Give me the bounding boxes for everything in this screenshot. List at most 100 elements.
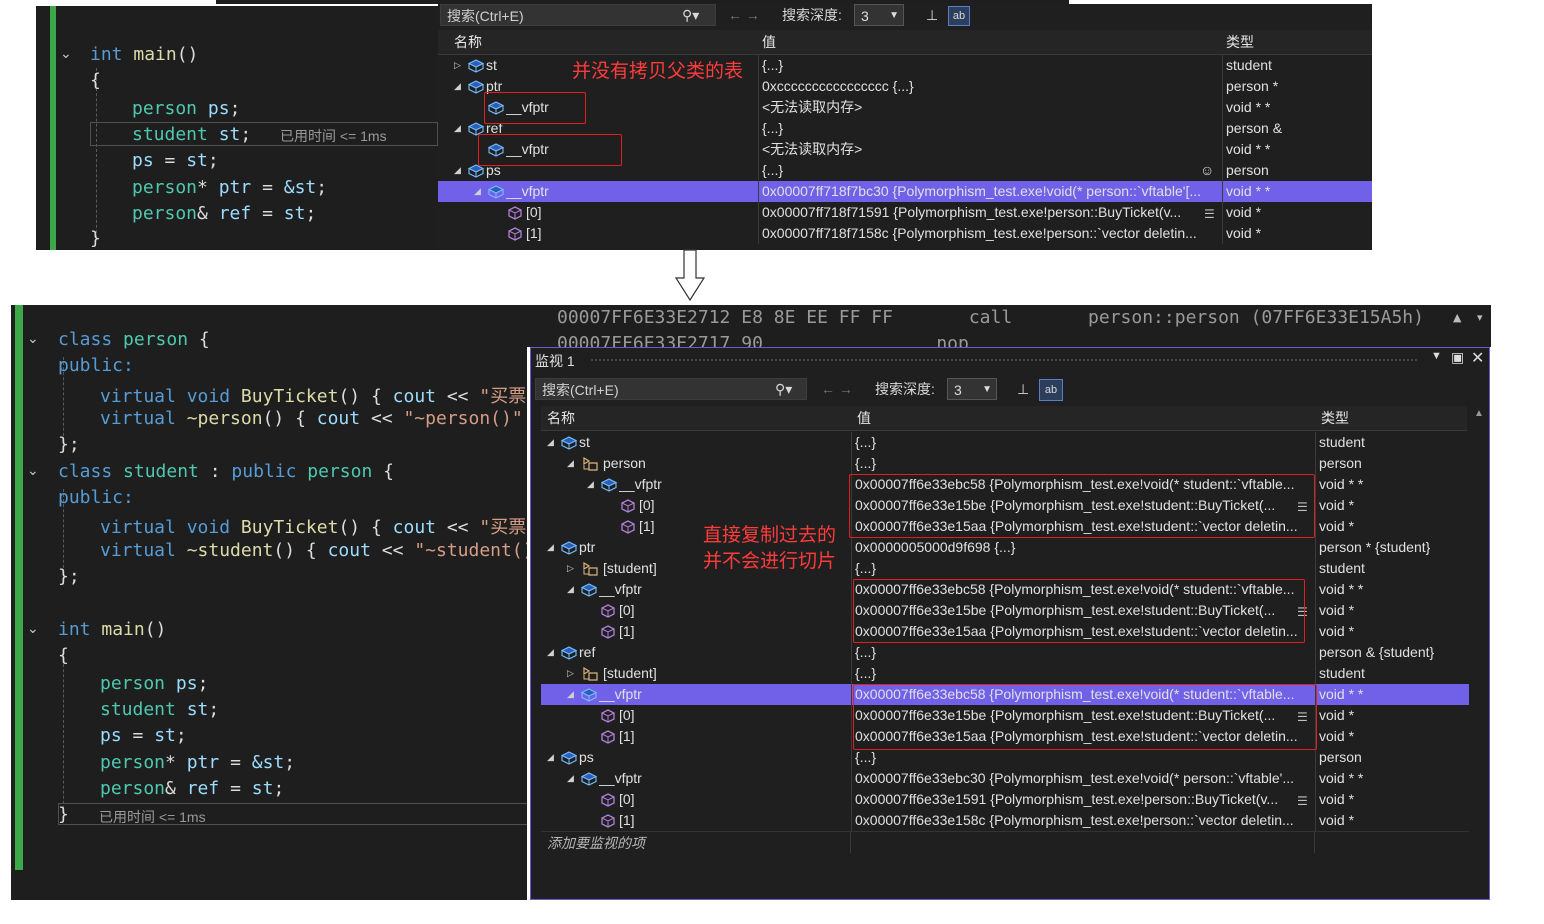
watch-value[interactable]: 0x00007ff718f71591 {Polymorphism_test.ex… xyxy=(762,202,1220,223)
watch-type: student xyxy=(1319,560,1365,576)
watch-row[interactable]: [1] 0x00007ff6e33e158c {Polymorphism_test… xyxy=(541,810,1469,831)
collapse-arrow-icon[interactable]: ◢ xyxy=(454,76,461,97)
watch-value[interactable]: {...} xyxy=(855,453,1313,474)
watch-value[interactable]: 0xcccccccccccccccc {...} xyxy=(762,76,1220,97)
header-type[interactable]: 类型 xyxy=(1321,406,1349,430)
collapse-arrow-icon[interactable]: ◢ xyxy=(567,579,574,600)
watch-name: ref xyxy=(579,644,596,660)
code-line-main: int main() xyxy=(58,619,167,640)
variable-icon xyxy=(580,771,598,786)
header-value[interactable]: 值 xyxy=(762,30,776,54)
search-input[interactable]: 搜索(Ctrl+E) xyxy=(535,378,807,400)
watch-title-bar[interactable]: 监视 1 ▼ ▣ ✕ xyxy=(531,348,1489,372)
maximize-icon[interactable]: ▣ xyxy=(1451,349,1464,366)
collapse-arrow-icon[interactable]: ◢ xyxy=(547,432,554,453)
watch-value[interactable]: 0x00007ff718f7158c {Polymorphism_test.ex… xyxy=(762,223,1220,244)
watch-row[interactable]: ◢ st {...} student xyxy=(541,432,1469,453)
watch-name: [0] xyxy=(526,204,542,220)
depth-select[interactable]: 3 ▼ xyxy=(947,378,997,400)
watch-row[interactable]: ◢ __vfptr 0x00007ff718f7bc30 {Polymorphism… xyxy=(438,181,1372,202)
collapse-arrow-icon[interactable]: ◢ xyxy=(454,118,461,139)
watch-row[interactable]: [1] 0x00007ff718f7158c {Polymorphism_test… xyxy=(438,223,1372,244)
watch-type: void * * xyxy=(1226,141,1271,157)
watch-row[interactable]: ▷ [student] {...} student xyxy=(541,558,1469,579)
fold-toggle-icon[interactable]: ⌄ xyxy=(60,46,72,62)
pin-icon[interactable]: ⊥ xyxy=(926,4,938,26)
fold-toggle-icon[interactable]: ⌄ xyxy=(27,621,39,637)
watch-row[interactable]: ◢ __vfptr 0x00007ff6e33ebc30 {Polymorphism… xyxy=(541,768,1469,789)
search-icon[interactable]: ⚲▾ xyxy=(682,4,699,26)
watch-row[interactable]: ◢ ps {...} person xyxy=(541,747,1469,768)
dropdown-icon[interactable]: ▾ xyxy=(1477,311,1483,324)
fold-toggle-icon[interactable]: ⌄ xyxy=(27,331,39,347)
expand-arrow-icon[interactable]: ▷ xyxy=(567,663,574,684)
window-menu-icon[interactable]: ▼ xyxy=(1431,350,1442,362)
variable-icon xyxy=(487,184,505,199)
watch-row[interactable]: ▷ [student] {...} student xyxy=(541,663,1469,684)
watch-value[interactable]: 0x00007ff6e33e158c {Polymorphism_test.ex… xyxy=(855,810,1313,831)
header-name[interactable]: 名称 xyxy=(454,30,482,54)
add-watch-row[interactable]: 添加要监视的项 xyxy=(541,831,1469,853)
code-line-class-person: class person { xyxy=(58,329,210,350)
format-toggle-icon[interactable]: ab xyxy=(1039,379,1063,401)
header-name[interactable]: 名称 xyxy=(547,406,575,430)
back-arrow-icon[interactable]: ← → xyxy=(728,4,760,26)
highlight-box-ptr-vtable xyxy=(853,579,1305,643)
code-line-brace-close: } xyxy=(90,228,101,249)
watch-value[interactable]: <无法读取内存> xyxy=(762,97,1220,118)
watch-value[interactable]: {...} xyxy=(855,558,1313,579)
watch-value[interactable]: {...} xyxy=(762,55,1220,76)
fold-toggle-icon[interactable]: ⌄ xyxy=(27,463,39,479)
watch-row[interactable]: [0] 0x00007ff718f71591 {Polymorphism_test… xyxy=(438,202,1372,223)
code-keyword: public: xyxy=(58,487,134,508)
watch-value[interactable]: {...} xyxy=(855,747,1313,768)
watch-name: [1] xyxy=(526,225,542,241)
watch-value[interactable]: 0x00007ff718f7bc30 {Polymorphism_test.ex… xyxy=(762,181,1220,202)
back-arrow-icon[interactable]: ← → xyxy=(821,378,853,400)
watch-value[interactable]: 0x0000005000d9f698 {...} xyxy=(855,537,1313,558)
watch-value[interactable]: 0x00007ff6e33e1591 {Polymorphism_test.ex… xyxy=(855,789,1313,810)
header-value[interactable]: 值 xyxy=(857,406,871,430)
watch-value[interactable]: <无法读取内存> xyxy=(762,139,1220,160)
watch-name: __vfptr xyxy=(599,686,642,702)
watch-row[interactable]: ◢ person {...} person xyxy=(541,453,1469,474)
watch-value[interactable]: 0x00007ff6e33ebc30 {Polymorphism_test.ex… xyxy=(855,768,1313,789)
expand-arrow-icon[interactable]: ▷ xyxy=(454,55,461,76)
watch-row[interactable]: ◢ ref {...} person & {student} xyxy=(541,642,1469,663)
scroll-up-icon[interactable]: ▲ xyxy=(1474,408,1484,419)
watch-value[interactable]: {...} xyxy=(855,432,1313,453)
collapse-arrow-icon[interactable]: ◢ xyxy=(547,642,554,663)
collapse-arrow-icon[interactable]: ◢ xyxy=(547,747,554,768)
collapse-arrow-icon[interactable]: ◢ xyxy=(454,160,461,181)
close-icon[interactable]: ✕ xyxy=(1471,348,1484,368)
collapse-arrow-icon[interactable]: ◢ xyxy=(567,684,574,705)
watch-value[interactable]: {...} xyxy=(762,118,1220,139)
variable-icon xyxy=(467,79,485,94)
code-var: ps xyxy=(100,725,122,746)
collapse-arrow-icon[interactable]: ◢ xyxy=(547,537,554,558)
pin-icon[interactable]: ⊥ xyxy=(1017,378,1029,400)
expand-arrow-icon[interactable]: ▷ xyxy=(567,558,574,579)
collapse-arrow-icon[interactable]: ◢ xyxy=(474,181,481,202)
watch-value[interactable]: {...} xyxy=(855,663,1313,684)
watch-value[interactable]: {...} xyxy=(762,160,1220,181)
watch-header: 名称 值 类型 xyxy=(541,406,1467,431)
annotation-no-copy-parent-vtable: 并没有拷贝父类的表 xyxy=(572,60,744,82)
collapse-arrow-icon[interactable]: ◢ xyxy=(567,768,574,789)
vertical-scrollbar[interactable]: ▲ xyxy=(1471,406,1487,852)
format-toggle-icon[interactable]: ab xyxy=(948,6,970,26)
collapse-arrow-icon[interactable]: ◢ xyxy=(567,453,574,474)
watch-value[interactable]: {...} xyxy=(855,642,1313,663)
top-search-input[interactable]: 搜索(Ctrl+E) xyxy=(440,4,716,26)
watch-row[interactable]: ◢ ptr 0x0000005000d9f698 {...} person * {st… xyxy=(541,537,1469,558)
scroll-up-icon[interactable]: ▲ xyxy=(1453,311,1461,324)
watch-name: [0] xyxy=(619,791,635,807)
header-type[interactable]: 类型 xyxy=(1226,30,1254,54)
format-list-icon[interactable]: ☰ xyxy=(1204,204,1215,225)
collapse-arrow-icon[interactable]: ◢ xyxy=(587,474,594,495)
watch-row[interactable]: [0] 0x00007ff6e33e1591 {Polymorphism_test… xyxy=(541,789,1469,810)
visualizer-icon[interactable]: ☺ xyxy=(1200,162,1214,178)
search-icon[interactable]: ⚲▾ xyxy=(775,378,792,400)
depth-select[interactable]: 3 ▼ xyxy=(854,4,904,26)
format-list-icon[interactable]: ☰ xyxy=(1297,791,1308,812)
